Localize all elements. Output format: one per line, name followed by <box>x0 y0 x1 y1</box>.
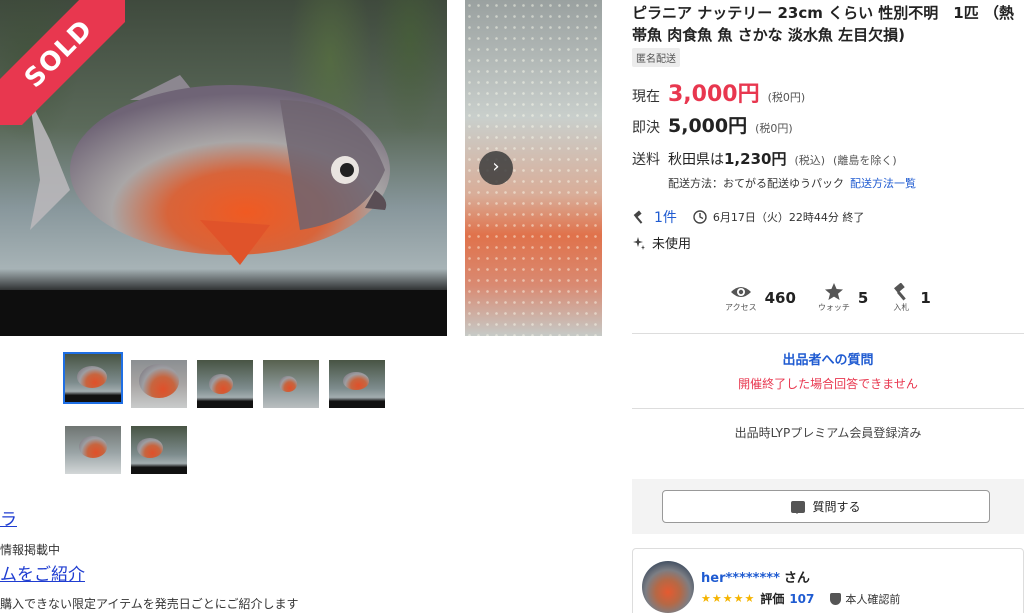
divider <box>632 408 1024 409</box>
stat-bids: 入札 1 <box>890 283 931 313</box>
shipping-method-text: 配送方法：おてがる配送ゆうパック <box>668 177 844 190</box>
rating-stars-icon: ★★★★★ <box>701 592 756 605</box>
thumbnail-fish <box>79 436 107 458</box>
current-price-label: 現在 <box>632 89 660 105</box>
thumbnail-fish <box>77 366 107 388</box>
sold-corner: SOLD <box>0 0 125 125</box>
shipping-price: 1,230円 <box>724 150 787 168</box>
seller-question-title[interactable]: 出品者への質問 <box>632 349 1024 368</box>
seller-rating-row: ★★★★★ 評価 107 本人確認前 <box>701 590 900 607</box>
shipping-label: 送料 <box>632 152 660 168</box>
shipping-value: 秋田県は1,230円 <box>668 148 786 169</box>
stat-access: アクセス 460 <box>725 283 796 313</box>
verification-status: 本人確認前 <box>830 591 900 607</box>
shipping-row: 送料 秋田県は1,230円 (税込) (離島を除く) <box>632 148 897 169</box>
gavel-icon <box>633 210 643 224</box>
seller-name-link[interactable]: her******** <box>701 571 780 586</box>
gavel-icon <box>894 283 907 301</box>
current-price: 3,000円 <box>668 82 760 107</box>
stats-row: アクセス 460 ウォッチ 5 入札 1 <box>725 283 931 313</box>
stat-watch-value: 5 <box>857 289 869 307</box>
thumbnail-4[interactable] <box>263 360 319 408</box>
promo-link-1[interactable]: ラ <box>0 505 17 530</box>
clock-icon <box>693 210 707 224</box>
thumbnail-fish <box>137 438 163 458</box>
thumbnail-7[interactable] <box>131 426 187 474</box>
shipping-method: 配送方法：おてがる配送ゆうパック 配送方法一覧 <box>668 175 916 191</box>
item-title: ピラニア ナッテリー 23cm くらい 性別不明 1匹 （熱帯魚 肉食魚 魚 さ… <box>632 4 1014 44</box>
sold-badge: SOLD <box>0 0 125 125</box>
thumbnail-1[interactable] <box>63 352 123 404</box>
chat-bubble-icon <box>791 500 806 514</box>
stat-bids-value: 1 <box>920 289 931 307</box>
buy-now-label: 即決 <box>632 120 660 136</box>
question-closed-note: 開催終了した場合回答できません <box>738 377 918 391</box>
star-icon <box>824 283 843 300</box>
shipping-tax: (税込) <box>794 154 826 167</box>
auction-end-time: 6月17日（火）22時44分 終了 <box>712 211 865 224</box>
shield-icon <box>830 592 842 605</box>
verification-label: 本人確認前 <box>845 592 901 606</box>
next-image-button[interactable]: › <box>479 151 513 185</box>
main-product-image[interactable]: SOLD <box>0 0 447 336</box>
tank-floor <box>0 290 447 336</box>
shipping-methods-link[interactable]: 配送方法一覧 <box>850 177 916 190</box>
thumbnail-fish <box>343 372 369 390</box>
seller-avatar[interactable] <box>642 561 694 613</box>
premium-member-note: 出品時LYPプレミアム会員登録済み <box>734 426 922 440</box>
stat-watch: ウォッチ 5 <box>818 283 868 313</box>
bid-count-link[interactable]: 1件 <box>654 207 677 227</box>
stat-access-label: アクセス <box>725 303 757 312</box>
buy-now-price-row: 即決 5,000円 (税0円) <box>632 111 793 138</box>
current-price-tax: (税0円) <box>767 91 806 104</box>
thumbnail-3[interactable] <box>197 360 253 408</box>
buy-now-price: 5,000円 <box>668 115 748 137</box>
promo-link-2[interactable]: ムをご紹介 <box>0 560 85 585</box>
promo-text-2: 購入できない限定アイテムを発売日ごとにご紹介します <box>0 597 299 611</box>
stat-watch-label: ウォッチ <box>817 303 850 312</box>
thumbnail-fish <box>139 364 179 398</box>
buy-now-tax: (税0円) <box>755 122 793 135</box>
promo-text-1: 情報掲載中 <box>0 543 61 557</box>
ask-question-label: 質問する <box>812 500 861 514</box>
seller-name-row: her******** さん <box>701 567 810 586</box>
stat-bids-label: 入札 <box>893 303 910 312</box>
rating-label: 評価 <box>760 592 785 606</box>
condition-row: 未使用 <box>632 233 691 252</box>
anonymous-shipping-tag: 匿名配送 <box>632 48 680 67</box>
shipping-prefix: 秋田県は <box>668 152 724 168</box>
sparkle-icon <box>633 236 645 250</box>
thumbnail-2[interactable] <box>131 360 187 408</box>
eye-icon <box>730 287 751 297</box>
shipping-island-note: (離島を除く) <box>833 154 897 167</box>
divider <box>632 333 1024 334</box>
rating-value-link[interactable]: 107 <box>789 592 814 606</box>
bid-meta-row: 1件 6月17日（火）22時44分 終了 <box>632 207 864 227</box>
thumbnail-5[interactable] <box>329 360 385 408</box>
current-price-row: 現在 3,000円 (税0円) <box>632 76 805 108</box>
thumbnail-fish <box>209 374 233 394</box>
seller-honorific: さん <box>783 571 810 586</box>
thumbnail-6[interactable] <box>65 426 121 474</box>
thumbnail-fish <box>279 376 297 392</box>
ask-question-button[interactable]: 質問する <box>662 490 990 523</box>
item-condition: 未使用 <box>652 237 692 252</box>
stat-access-value: 460 <box>764 289 796 307</box>
